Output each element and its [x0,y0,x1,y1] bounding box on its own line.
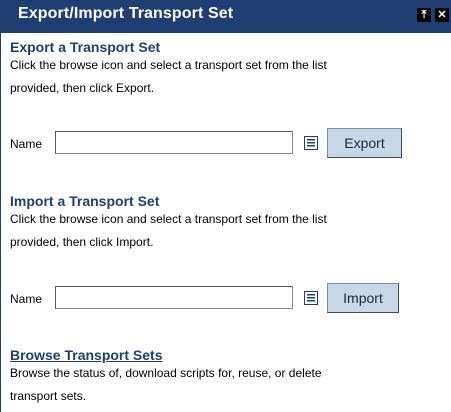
browse-description-line2: transport sets. [10,389,87,403]
import-description-line2: provided, then click Import. [10,235,154,249]
export-description-line1: Click the browse icon and select a trans… [10,58,327,72]
export-description-line2: provided, then click Export. [10,81,155,95]
import-description-line1: Click the browse icon and select a trans… [10,212,327,226]
panel-titlebar: Export/Import Transport Set ⤒ ✕ [1,0,451,33]
pin-icon[interactable]: ⤒ [417,8,431,22]
browse-description-line1: Browse the status of, download scripts f… [10,366,322,380]
export-section: Export a Transport Set Click the browse … [10,38,440,101]
close-icon[interactable]: ✕ [435,8,449,22]
export-name-input[interactable] [55,131,293,154]
import-name-input[interactable] [55,286,293,309]
import-browse-icon[interactable] [304,291,318,305]
export-browse-icon[interactable] [304,136,318,150]
browse-section: Browse Transport Sets Browse the status … [10,346,440,409]
panel-title: Export/Import Transport Set [18,5,234,22]
export-name-row: Name Export [10,128,440,158]
export-import-panel: Export/Import Transport Set ⤒ ✕ Export a… [0,0,451,412]
import-section: Import a Transport Set Click the browse … [10,192,440,255]
export-name-label: Name [10,137,43,151]
export-button[interactable]: Export [327,128,402,158]
import-name-row: Name Import [10,283,440,313]
import-button[interactable]: Import [327,283,399,313]
import-name-label: Name [10,292,43,306]
